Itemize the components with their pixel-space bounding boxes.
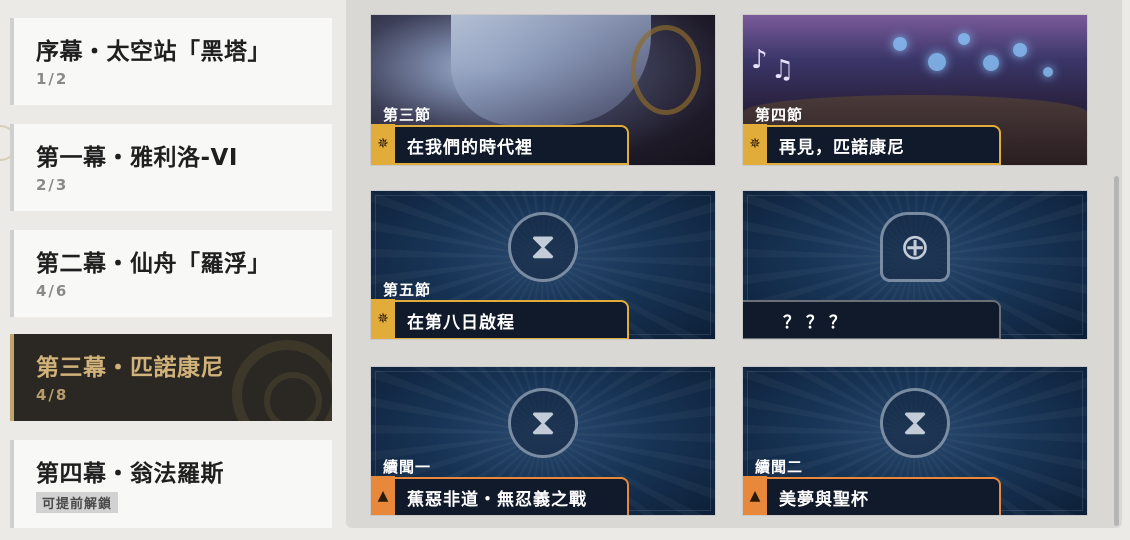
chapter-item-act1[interactable]: 第一幕・雅利洛-VI 2/3	[10, 124, 332, 211]
hourglass-icon: ⧗	[508, 388, 578, 458]
section-card-5[interactable]: ⧗ 第五節 ✵ 在第八日啟程	[370, 190, 716, 340]
section-title: 再見，匹諾康尼	[779, 137, 905, 158]
section-title: 美夢與聖杯	[779, 489, 869, 510]
chapter-emblem-icon	[232, 340, 332, 421]
section-title: 在第八日啟程	[407, 312, 515, 333]
sun-icon: ✵	[371, 299, 395, 339]
scrollbar-thumb[interactable]	[1114, 176, 1119, 526]
music-note-icon: ♪	[751, 45, 768, 75]
section-number: 第三節	[383, 106, 432, 124]
early-unlock-badge: 可提前解鎖	[36, 492, 119, 513]
sun-icon: ✵	[743, 124, 767, 164]
section-title: ？？？	[783, 312, 852, 333]
section-card-3[interactable]: 第三節 ✵ 在我們的時代裡	[370, 14, 716, 166]
hourglass-icon: ⧗	[508, 212, 578, 282]
light-bubble	[1013, 43, 1027, 57]
section-title-bar: ✵ 再見，匹諾康尼	[743, 124, 1001, 165]
chapter-item-act3-selected[interactable]: 第三幕・匹諾康尼 4/8	[10, 334, 332, 421]
section-number: 續聞一	[383, 458, 432, 476]
chapter-item-act4[interactable]: 第四幕・翁法羅斯 可提前解鎖	[10, 440, 332, 528]
chapter-title: 第一幕・雅利洛-VI	[36, 145, 238, 171]
character-art	[451, 15, 651, 125]
section-title-bar: ▲ 美夢與聖杯	[743, 476, 1001, 515]
chapter-title: 第二幕・仙舟「羅浮」	[36, 251, 271, 277]
chapter-progress: 4/6	[36, 282, 69, 300]
section-card-4[interactable]: ♪ ♫ 第四節 ✵ 再見，匹諾康尼	[742, 14, 1088, 166]
section-number: 第四節	[755, 106, 804, 124]
section-number: 續聞二	[755, 458, 804, 476]
section-card-unknown[interactable]: ⊕ ？？？	[742, 190, 1088, 340]
section-title-bar: ？？？	[743, 300, 1001, 339]
chapter-list: 序幕・太空站「黑塔」 1/2 第一幕・雅利洛-VI 2/3 第二幕・仙舟「羅浮」…	[0, 0, 340, 540]
triangle-icon: ▲	[371, 476, 395, 515]
music-note-icon: ♫	[771, 55, 795, 85]
chapter-progress: 2/3	[36, 176, 69, 194]
section-card-side-2[interactable]: ⧗ 續聞二 ▲ 美夢與聖杯	[742, 366, 1088, 516]
chapter-title: 序幕・太空站「黑塔」	[36, 39, 271, 65]
section-title-bar: ✵ 在我們的時代裡	[371, 124, 629, 165]
chapter-title: 第三幕・匹諾康尼	[36, 355, 224, 381]
emblem-icon: ⊕	[880, 212, 950, 282]
chapter-item-act2[interactable]: 第二幕・仙舟「羅浮」 4/6	[10, 230, 332, 317]
chapter-progress: 4/8	[36, 386, 69, 404]
light-bubble	[958, 33, 970, 45]
triangle-icon: ▲	[743, 476, 767, 515]
light-bubble	[928, 53, 946, 71]
sun-icon: ✵	[371, 124, 395, 164]
ornament-art	[631, 25, 701, 115]
section-title: 蕉惡非道・無忍義之戰	[407, 489, 587, 510]
light-bubble	[893, 37, 907, 51]
light-bubble	[1043, 67, 1053, 77]
section-title-bar: ▲ 蕉惡非道・無忍義之戰	[371, 476, 629, 515]
chapter-item-prologue[interactable]: 序幕・太空站「黑塔」 1/2	[10, 18, 332, 105]
chapter-title: 第四幕・翁法羅斯	[36, 461, 224, 487]
chapter-progress: 1/2	[36, 70, 69, 88]
section-title: 在我們的時代裡	[407, 137, 533, 158]
section-number: 第五節	[383, 281, 432, 299]
section-card-side-1[interactable]: ⧗ 續聞一 ▲ 蕉惡非道・無忍義之戰	[370, 366, 716, 516]
section-title-bar: ✵ 在第八日啟程	[371, 299, 629, 339]
light-bubble	[983, 55, 999, 71]
hourglass-icon: ⧗	[880, 388, 950, 458]
